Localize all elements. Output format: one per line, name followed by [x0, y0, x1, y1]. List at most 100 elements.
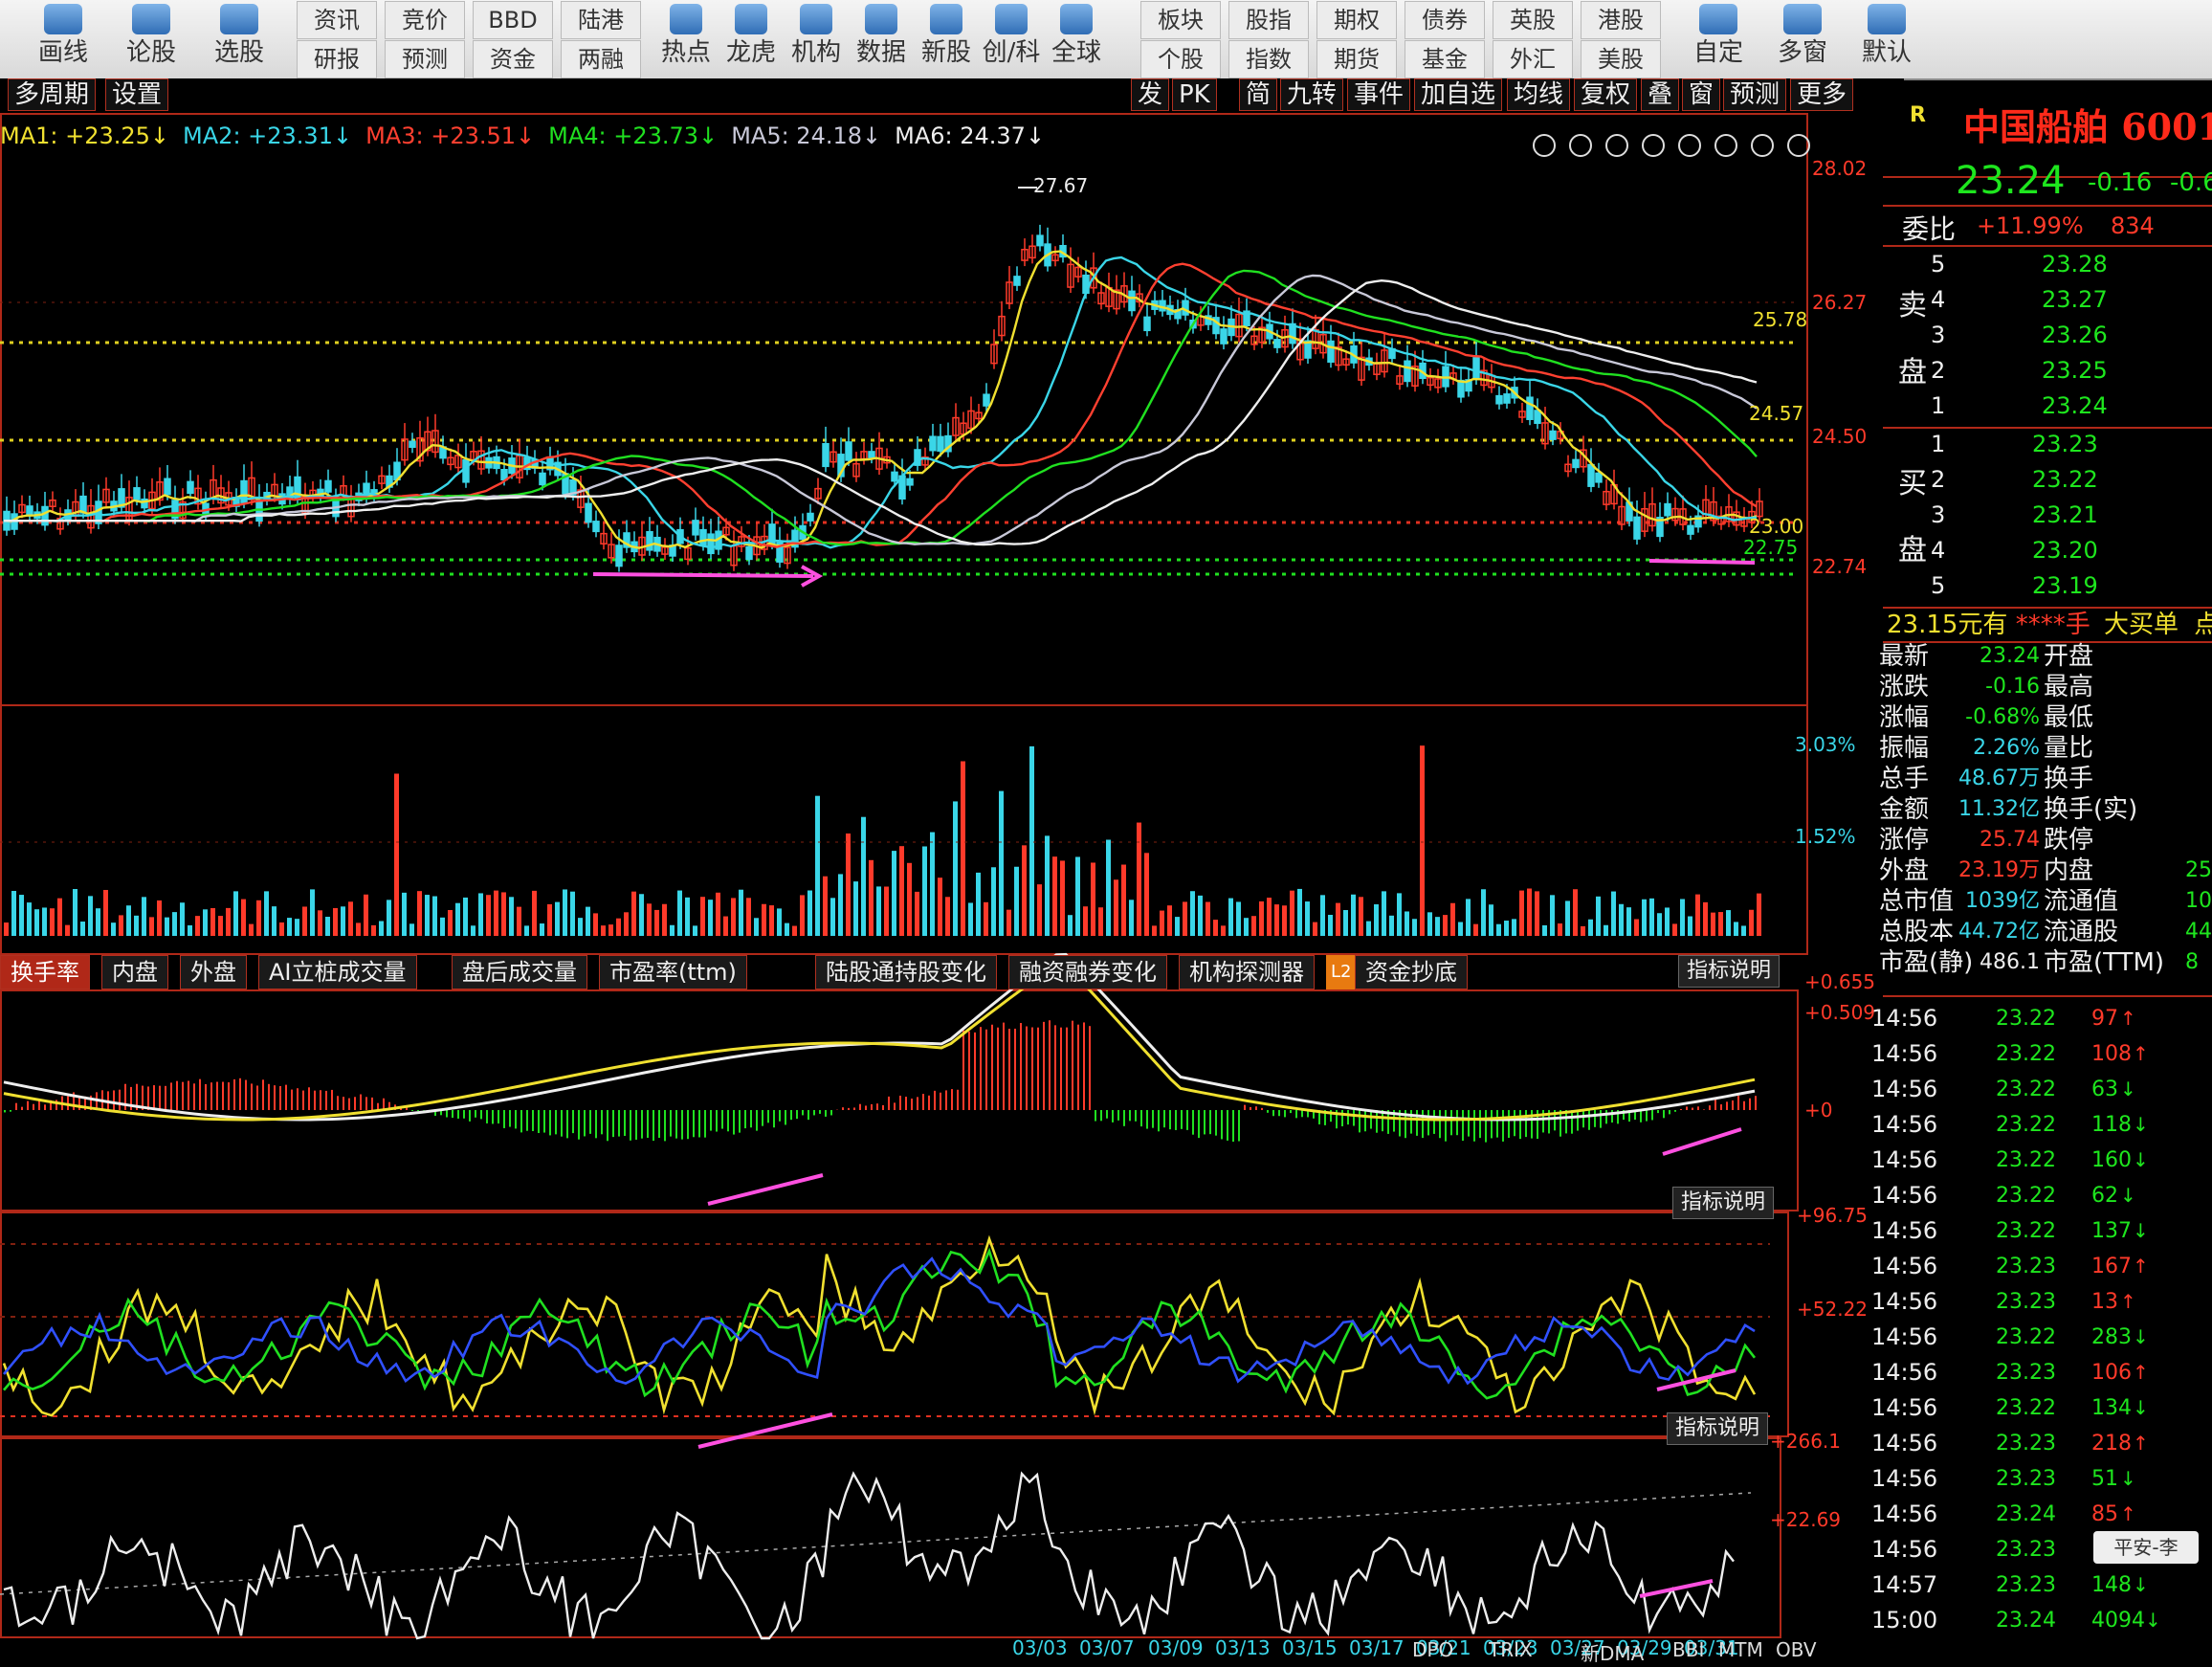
macd-bar [21, 1107, 23, 1110]
indicator-note-button[interactable]: 指标说明 [1672, 1187, 1774, 1219]
toolbar-home-button[interactable]: 默认 [1843, 0, 1931, 77]
annotation-arrow [1640, 1581, 1713, 1596]
macd-bar [767, 1110, 769, 1122]
macd-bar [1353, 1110, 1355, 1126]
tab-5[interactable]: 市盈率(ttm) [599, 955, 747, 989]
volume-bar [1228, 899, 1233, 936]
tab-3[interactable]: AI立桩成交量 [258, 955, 417, 989]
volume-bar [984, 902, 988, 936]
macd-bar [928, 1096, 930, 1110]
volume-bar [119, 915, 123, 936]
macd-bar [233, 1079, 235, 1110]
volume-bar [1251, 916, 1256, 936]
macd-bar [1158, 1110, 1160, 1131]
macd-bar [980, 1027, 982, 1110]
macd-bar [1112, 1110, 1114, 1122]
tab-2[interactable]: 外盘 [180, 955, 247, 989]
scissors-icon [1679, 135, 1700, 156]
tab-0[interactable]: 换手率 [0, 955, 90, 989]
macd-bar [1072, 1021, 1073, 1110]
volume-bar [639, 894, 644, 936]
tab-8[interactable]: 机构探测器 [1179, 955, 1315, 989]
macd-bar [549, 1110, 551, 1135]
macd-bar [15, 1103, 17, 1110]
volume-bar [1336, 903, 1340, 936]
macd-bar [1479, 1110, 1481, 1138]
macd-bar [193, 1083, 195, 1110]
volume-bar [1190, 891, 1195, 936]
macd-bar [354, 1097, 356, 1110]
volume-bar [961, 762, 965, 936]
tab-6[interactable]: 陆股通持股变化 [815, 955, 997, 989]
macd-bar [1175, 1110, 1177, 1130]
ask-level-row: 523.28 [1883, 247, 2212, 282]
big-order-type[interactable]: 大买单 [2104, 611, 2179, 639]
date-label: 03/07 [1079, 1636, 1135, 1659]
volume-bar [379, 921, 384, 936]
volume-bar [1060, 860, 1065, 936]
macd-bar [1646, 1110, 1648, 1122]
volume-bar [318, 910, 322, 936]
candle-body [463, 460, 469, 482]
macd-bar [1450, 1110, 1452, 1135]
macd-axis-label: +0 [1804, 1099, 1832, 1122]
macd-bar [348, 1099, 350, 1110]
macd-bar [1095, 1110, 1096, 1122]
macd-bar [922, 1094, 924, 1110]
volume-bar [1588, 920, 1593, 936]
indicator-note-button[interactable]: 指标说明 [1678, 955, 1780, 988]
bottom-indicator-tab[interactable]: DPO [1412, 1638, 1453, 1661]
bottom-indicator-tab[interactable]: TRIX [1489, 1638, 1533, 1661]
tab-9[interactable]: 资金抄底 [1355, 955, 1468, 989]
macd-bar [739, 1110, 741, 1133]
volume-bar [134, 916, 139, 936]
weibi-label: 委比 [1902, 209, 1956, 247]
bottom-indicator-tab[interactable]: BBI [1672, 1638, 1704, 1661]
volume-bar [272, 906, 276, 936]
volume-bar [1029, 746, 1034, 936]
macd-bar [911, 1099, 913, 1110]
macd-bar [486, 1110, 488, 1123]
macd-bar [498, 1110, 499, 1123]
bottom-indicator-tab[interactable]: OBV [1776, 1638, 1817, 1661]
volume-bar [685, 898, 690, 936]
tab-7[interactable]: 融资融券变化 [1008, 955, 1167, 989]
big-order-more[interactable]: 点击 [2194, 611, 2212, 639]
macd-bar [538, 1110, 540, 1133]
last-price: 23.24 [1956, 159, 2066, 203]
macd-bar [1582, 1110, 1584, 1127]
volume-bar [570, 892, 575, 936]
volume-bar [1619, 904, 1624, 936]
volume-bar [279, 922, 284, 936]
stock-name[interactable]: 中国船舶 60015 [1963, 98, 2212, 150]
macd-bar [601, 1110, 603, 1134]
volume-bar [670, 925, 675, 936]
candle-body [1274, 340, 1280, 347]
macd-bar [1272, 1110, 1274, 1116]
volume-bar [654, 910, 659, 936]
tab-1[interactable]: 内盘 [101, 955, 168, 989]
macd-bar [957, 1090, 959, 1110]
macd-bar [934, 1091, 936, 1110]
macd-bar [1749, 1099, 1751, 1110]
volume-bar [1626, 907, 1631, 936]
volume-bar [861, 817, 866, 936]
bottom-indicator-tab[interactable]: MTM [1718, 1638, 1763, 1661]
tab-4[interactable]: 盘后成交量 [452, 955, 587, 989]
volume-bar [899, 846, 904, 936]
macd-bar [1020, 1023, 1022, 1110]
candle-body [930, 436, 936, 451]
zoom-in-icon [1752, 135, 1773, 156]
macd-bar [693, 1110, 695, 1137]
macd-bar [905, 1097, 907, 1110]
macd-bar [147, 1086, 149, 1110]
indicator-note-button[interactable]: 指标说明 [1667, 1412, 1768, 1445]
macd-bar [1008, 1029, 1010, 1110]
macd-bar [1181, 1110, 1183, 1129]
volume-bar [295, 919, 299, 936]
macd-bar [365, 1097, 367, 1110]
volume-bar [73, 889, 77, 936]
macd-bar [653, 1110, 654, 1141]
bottom-indicator-tab[interactable]: 新DMA [1581, 1638, 1644, 1666]
bid-level-row: 423.20 [1883, 533, 2212, 568]
